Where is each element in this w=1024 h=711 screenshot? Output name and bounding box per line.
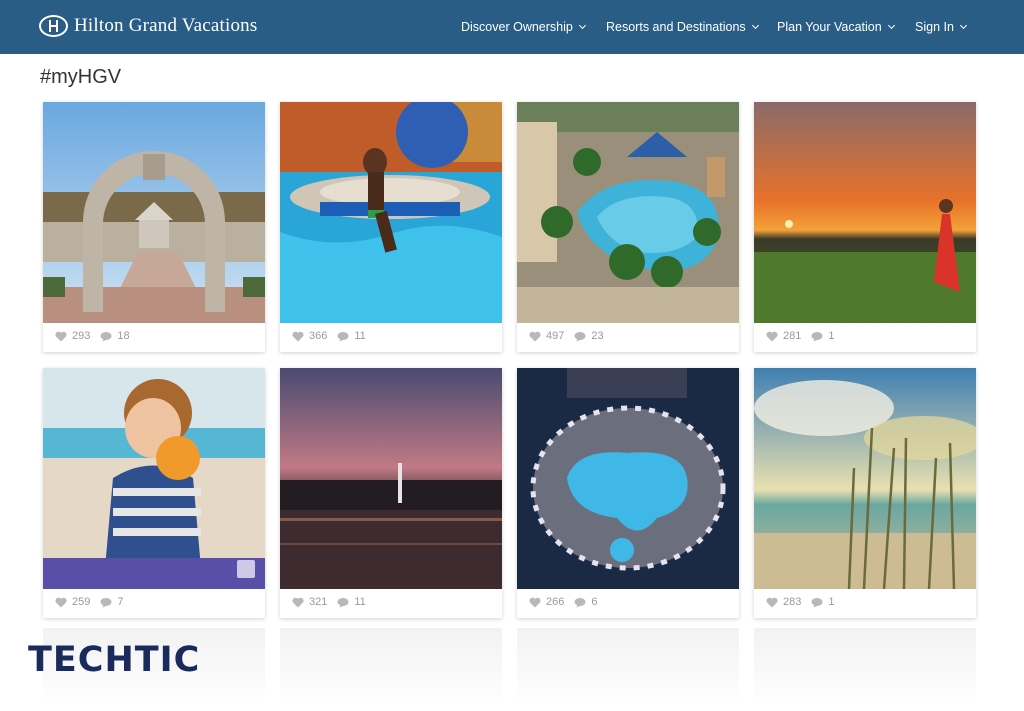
- nav-resorts-and-destinations[interactable]: Resorts and Destinations: [606, 0, 759, 54]
- heart-icon[interactable]: [292, 331, 304, 342]
- comment-icon[interactable]: [337, 597, 349, 608]
- post-stats: 366 11: [292, 330, 366, 342]
- photo-pool-fountain[interactable]: [280, 102, 502, 323]
- comment-count: 23: [591, 330, 604, 342]
- post-stats: 321 11: [292, 596, 366, 608]
- nav-label: Sign In: [915, 20, 954, 34]
- comment-count: 1: [828, 596, 835, 608]
- nav-plan-your-vacation[interactable]: Plan Your Vacation: [777, 0, 895, 54]
- comment-count: 11: [354, 596, 366, 608]
- photo-card[interactable]: 283 1: [754, 368, 976, 618]
- comment-icon[interactable]: [100, 331, 112, 342]
- heart-icon[interactable]: [55, 597, 67, 608]
- photo-lake-dusk[interactable]: [280, 368, 502, 589]
- hilton-grand-vacations-logo[interactable]: Hilton Grand Vacations: [39, 15, 257, 37]
- brand-name: Hilton Grand Vacations: [74, 15, 258, 36]
- photo-card[interactable]: 293 18: [43, 102, 265, 352]
- heart-icon[interactable]: [292, 597, 304, 608]
- heart-icon[interactable]: [766, 597, 778, 608]
- comment-icon[interactable]: [811, 597, 823, 608]
- comment-count: 18: [117, 330, 130, 342]
- post-stats: 281 1: [766, 330, 834, 342]
- comment-count: 11: [354, 330, 366, 342]
- post-stats: 497 23: [529, 330, 604, 342]
- photo-boy-with-plush-lion[interactable]: [43, 368, 265, 589]
- comment-icon[interactable]: [574, 597, 586, 608]
- card-placeholder: [280, 628, 502, 708]
- card-placeholder: [754, 628, 976, 708]
- heart-icon[interactable]: [55, 331, 67, 342]
- photo-stone-archway[interactable]: [43, 102, 265, 323]
- heart-icon[interactable]: [529, 331, 541, 342]
- heart-icon[interactable]: [766, 331, 778, 342]
- post-stats: 293 18: [55, 330, 130, 342]
- comment-count: 1: [828, 330, 835, 342]
- hilton-logo-icon: [39, 15, 68, 37]
- chevron-down-icon: [751, 21, 759, 29]
- chevron-down-icon: [959, 21, 967, 29]
- card-placeholder: [517, 628, 739, 708]
- nav-label: Resorts and Destinations: [606, 20, 746, 34]
- watermark-logo: TECHTIC: [28, 640, 201, 680]
- comment-icon[interactable]: [574, 331, 586, 342]
- photo-card[interactable]: 366 11: [280, 102, 502, 352]
- nav-discover-ownership[interactable]: Discover Ownership: [461, 0, 586, 54]
- chevron-down-icon: [578, 21, 586, 29]
- post-stats: 266 6: [529, 596, 597, 608]
- comment-icon[interactable]: [811, 331, 823, 342]
- like-count: 283: [783, 596, 802, 608]
- nav-label: Discover Ownership: [461, 20, 573, 34]
- like-count: 266: [546, 596, 565, 608]
- top-navigation-bar: Hilton Grand Vacations Discover Ownershi…: [0, 0, 1024, 54]
- comment-icon[interactable]: [100, 597, 112, 608]
- chevron-down-icon: [887, 21, 895, 29]
- photo-card[interactable]: 321 11: [280, 368, 502, 618]
- photo-card[interactable]: 497 23: [517, 102, 739, 352]
- photo-night-pool-aerial[interactable]: [517, 368, 739, 589]
- like-count: 259: [72, 596, 91, 608]
- nav-label: Plan Your Vacation: [777, 20, 882, 34]
- comment-icon[interactable]: [337, 331, 349, 342]
- post-stats: 283 1: [766, 596, 834, 608]
- photo-beach-sea-oats[interactable]: [754, 368, 976, 589]
- heart-icon[interactable]: [529, 597, 541, 608]
- photo-card[interactable]: 281 1: [754, 102, 976, 352]
- like-count: 497: [546, 330, 565, 342]
- like-count: 293: [72, 330, 91, 342]
- like-count: 366: [309, 330, 328, 342]
- photo-sunset-field[interactable]: [754, 102, 976, 323]
- comment-count: 7: [117, 596, 124, 608]
- photo-card[interactable]: 266 6: [517, 368, 739, 618]
- like-count: 281: [783, 330, 802, 342]
- photo-card[interactable]: 259 7: [43, 368, 265, 618]
- post-stats: 259 7: [55, 596, 123, 608]
- photo-resort-aerial[interactable]: [517, 102, 739, 323]
- nav-sign-in[interactable]: Sign In: [915, 0, 967, 54]
- page-title: #myHGV: [40, 66, 122, 88]
- like-count: 321: [309, 596, 328, 608]
- comment-count: 6: [591, 596, 598, 608]
